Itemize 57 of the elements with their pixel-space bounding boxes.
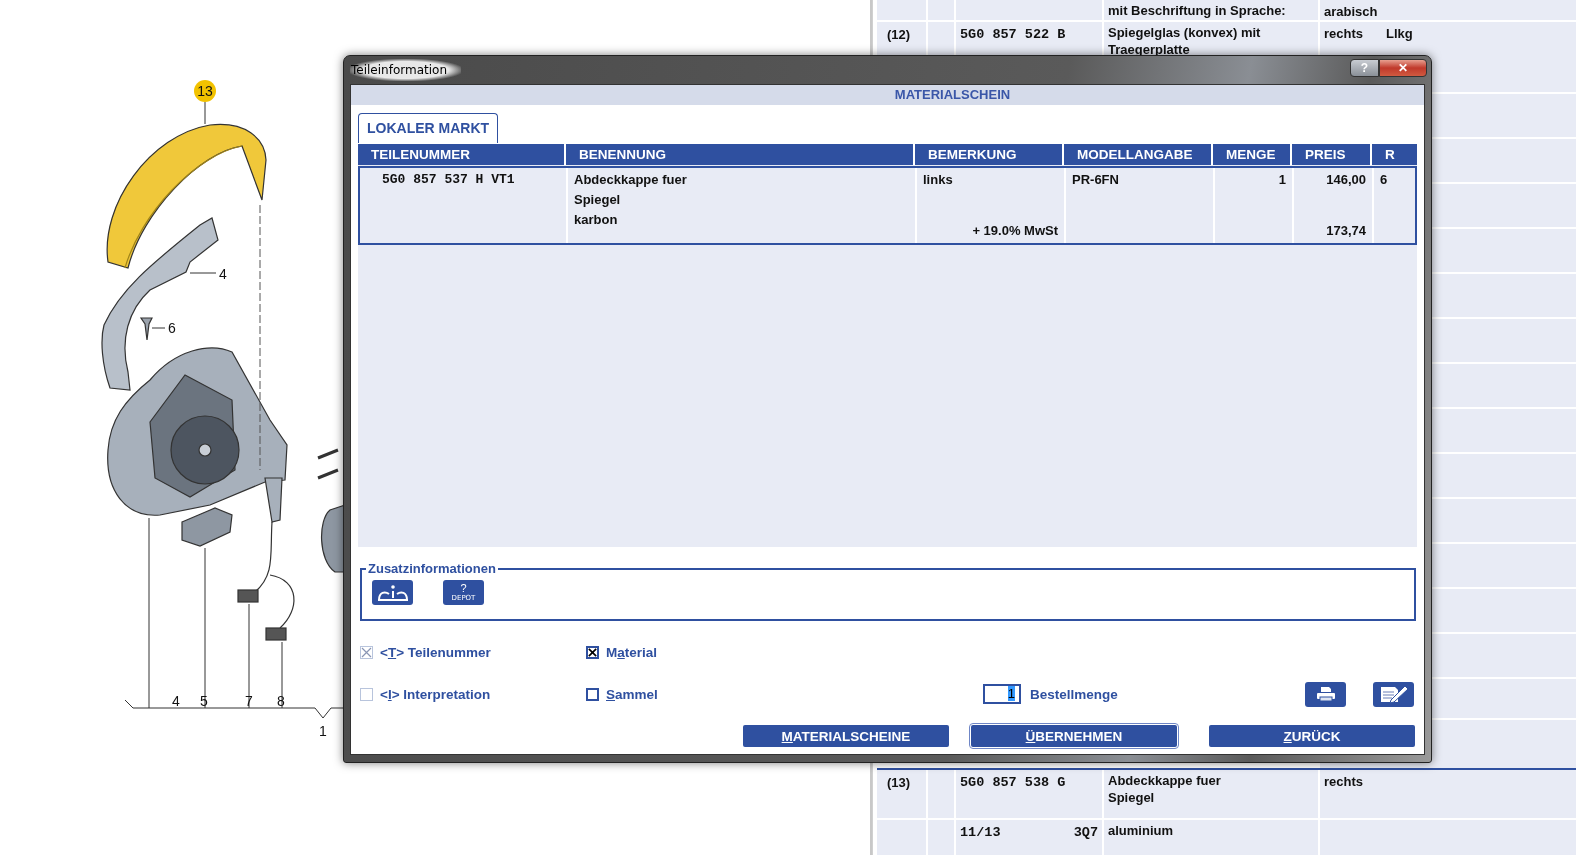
checkbox[interactable] — [586, 687, 599, 701]
dialog-button[interactable]: ÜBERNEHMEN — [971, 725, 1177, 747]
table-cell-text: 1 — [1278, 171, 1286, 189]
info-button[interactable] — [372, 580, 413, 605]
table-cell: PR-6FN — [1072, 172, 1119, 187]
printer-icon — [1315, 686, 1336, 702]
checkbox-label[interactable]: Sammel — [606, 686, 658, 702]
table-cell — [928, 770, 954, 818]
column-header[interactable]: TEILENUMMER — [358, 144, 564, 165]
checkbox[interactable] — [586, 645, 599, 659]
field-label: Bestellmenge — [1030, 686, 1118, 702]
table-cell: rechts — [1320, 770, 1382, 818]
table-cell-text: links — [923, 171, 954, 189]
document-pencil-icon — [1378, 685, 1409, 703]
callout-number: 4 — [172, 693, 180, 709]
window-title: Teileinformation — [350, 59, 461, 81]
column-header[interactable]: MENGE — [1213, 144, 1290, 165]
table-cell: Abdeckkappe fuer Spiegel karbon — [574, 172, 687, 227]
quantity-field[interactable]: 1 — [983, 684, 1021, 704]
table-cell-text: 173,74 — [1326, 222, 1366, 240]
column-header[interactable]: BENENNUNG — [566, 144, 913, 165]
leader-line — [204, 101, 206, 125]
table-cell: 5G0 857 538 G — [956, 770, 1102, 818]
table-cell: 11/13 — [956, 820, 1070, 855]
checkbox-label[interactable]: Material — [606, 644, 658, 660]
column-header[interactable]: BEMERKUNG — [915, 144, 1062, 165]
table-cell: 5G0 857 537 H VT1 — [382, 172, 515, 187]
callout-badge: 13 — [194, 80, 216, 102]
table-row[interactable]: 5G0 857 537 H VT1 Abdeckkappe fuer Spiegel karbon links + 19.0% MwSt PR-6FN 1 146,00 173,74 6 — [358, 166, 1417, 245]
callout-number: 1 — [319, 723, 327, 739]
table-cell: Abdeckkappe fuer Spiegel — [1104, 770, 1318, 818]
table-cell: (13) — [877, 770, 926, 818]
callout-number: 7 — [245, 693, 253, 709]
leader-line — [189, 272, 217, 274]
print-button[interactable] — [1305, 681, 1346, 707]
section-header: MATERIALSCHEIN — [351, 85, 1424, 105]
table-cell: 3Q7 — [1069, 820, 1102, 855]
leader-line — [151, 327, 166, 329]
column-header[interactable]: PREIS — [1292, 144, 1370, 165]
table-cell: 6 — [1380, 172, 1388, 187]
close-button[interactable]: ✕ — [1379, 59, 1427, 77]
dialog-button[interactable]: ZURÜCK — [1209, 725, 1415, 747]
edit-button[interactable] — [1373, 681, 1414, 707]
callout-number: 8 — [277, 693, 285, 709]
table-cell: aluminium — [1104, 820, 1318, 855]
callout-number: 6 — [168, 320, 176, 336]
callout-number: 4 — [219, 266, 227, 282]
tab[interactable]: LOKALER MARKT — [358, 113, 499, 143]
column-header[interactable]: MODELLANGABE — [1064, 144, 1211, 165]
table-cell: mit Beschriftung in Sprache: — [1104, 0, 1318, 20]
callout-number: 5 — [200, 693, 208, 709]
group-title: Zusatzinformationen — [368, 561, 496, 576]
table-cell-text: + 19.0% MwSt — [972, 222, 1058, 240]
table-cell: arabisch — [1320, 0, 1382, 20]
column-header[interactable]: R — [1372, 144, 1417, 165]
table-cell-text: 146,00 — [1326, 171, 1366, 189]
dialog-button[interactable]: MATERIALSCHEINE — [743, 725, 949, 747]
